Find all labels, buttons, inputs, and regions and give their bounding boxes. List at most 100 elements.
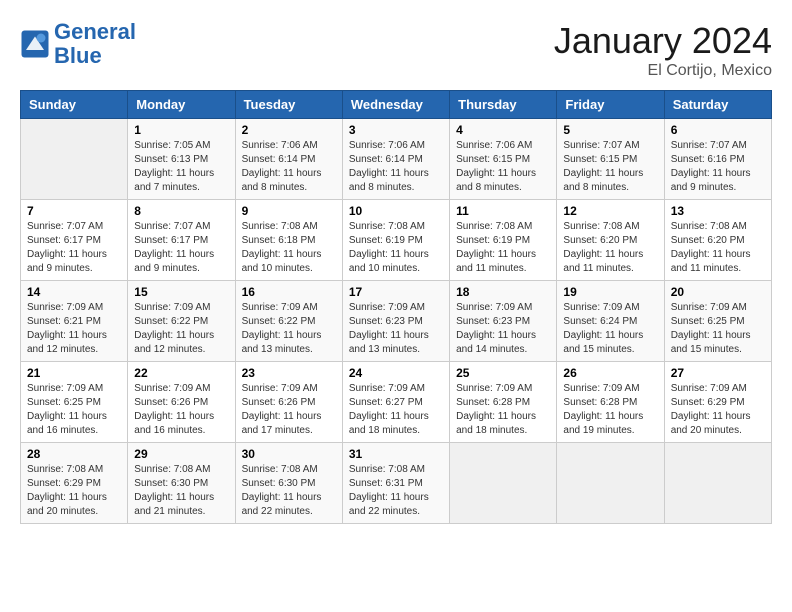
day-info: Sunrise: 7:08 AM Sunset: 6:31 PM Dayligh… <box>349 463 443 519</box>
day-number: 13 <box>671 204 765 218</box>
calendar-cell: 30 Sunrise: 7:08 AM Sunset: 6:30 PM Dayli… <box>235 443 342 524</box>
day-info: Sunrise: 7:08 AM Sunset: 6:30 PM Dayligh… <box>134 463 228 519</box>
day-number: 8 <box>134 204 228 218</box>
calendar-cell <box>557 443 664 524</box>
day-info: Sunrise: 7:09 AM Sunset: 6:29 PM Dayligh… <box>671 382 765 438</box>
day-number: 20 <box>671 285 765 299</box>
logo-line2: Blue <box>54 43 102 68</box>
day-info: Sunrise: 7:05 AM Sunset: 6:13 PM Dayligh… <box>134 139 228 195</box>
calendar-cell: 19 Sunrise: 7:09 AM Sunset: 6:24 PM Dayli… <box>557 281 664 362</box>
day-number: 10 <box>349 204 443 218</box>
day-number: 16 <box>242 285 336 299</box>
day-number: 15 <box>134 285 228 299</box>
day-info: Sunrise: 7:08 AM Sunset: 6:18 PM Dayligh… <box>242 220 336 276</box>
day-info: Sunrise: 7:09 AM Sunset: 6:22 PM Dayligh… <box>242 301 336 357</box>
calendar-cell: 5 Sunrise: 7:07 AM Sunset: 6:15 PM Daylig… <box>557 119 664 200</box>
calendar-cell: 12 Sunrise: 7:08 AM Sunset: 6:20 PM Dayli… <box>557 200 664 281</box>
day-info: Sunrise: 7:09 AM Sunset: 6:26 PM Dayligh… <box>242 382 336 438</box>
day-number: 28 <box>27 447 121 461</box>
day-number: 12 <box>563 204 657 218</box>
day-info: Sunrise: 7:09 AM Sunset: 6:23 PM Dayligh… <box>456 301 550 357</box>
calendar-cell: 29 Sunrise: 7:08 AM Sunset: 6:30 PM Dayli… <box>128 443 235 524</box>
week-row-1: 1 Sunrise: 7:05 AM Sunset: 6:13 PM Daylig… <box>21 119 772 200</box>
calendar-cell: 28 Sunrise: 7:08 AM Sunset: 6:29 PM Dayli… <box>21 443 128 524</box>
calendar-cell: 7Sunrise: 7:07 AM Sunset: 6:17 PM Daylig… <box>21 200 128 281</box>
day-number: 14 <box>27 285 121 299</box>
calendar-cell: 3 Sunrise: 7:06 AM Sunset: 6:14 PM Daylig… <box>342 119 449 200</box>
calendar-header: SundayMondayTuesdayWednesdayThursdayFrid… <box>21 91 772 119</box>
calendar-cell <box>664 443 771 524</box>
day-info: Sunrise: 7:09 AM Sunset: 6:23 PM Dayligh… <box>349 301 443 357</box>
day-info: Sunrise: 7:09 AM Sunset: 6:26 PM Dayligh… <box>134 382 228 438</box>
week-row-2: 7Sunrise: 7:07 AM Sunset: 6:17 PM Daylig… <box>21 200 772 281</box>
day-info: Sunrise: 7:08 AM Sunset: 6:29 PM Dayligh… <box>27 463 121 519</box>
logo: General Blue <box>20 20 136 68</box>
day-info: Sunrise: 7:08 AM Sunset: 6:19 PM Dayligh… <box>349 220 443 276</box>
day-number: 1 <box>134 123 228 137</box>
day-info: Sunrise: 7:06 AM Sunset: 6:15 PM Dayligh… <box>456 139 550 195</box>
page-subtitle: El Cortijo, Mexico <box>554 62 772 80</box>
day-info: Sunrise: 7:06 AM Sunset: 6:14 PM Dayligh… <box>242 139 336 195</box>
day-number: 17 <box>349 285 443 299</box>
col-header-wednesday: Wednesday <box>342 91 449 119</box>
day-number: 4 <box>456 123 550 137</box>
calendar-body: 1 Sunrise: 7:05 AM Sunset: 6:13 PM Daylig… <box>21 119 772 524</box>
calendar-cell: 14 Sunrise: 7:09 AM Sunset: 6:21 PM Dayli… <box>21 281 128 362</box>
col-header-saturday: Saturday <box>664 91 771 119</box>
calendar-cell: 31 Sunrise: 7:08 AM Sunset: 6:31 PM Dayli… <box>342 443 449 524</box>
title-section: January 2024 El Cortijo, Mexico <box>554 20 772 80</box>
calendar-cell: 11Sunrise: 7:08 AM Sunset: 6:19 PM Dayli… <box>450 200 557 281</box>
day-number: 26 <box>563 366 657 380</box>
day-number: 19 <box>563 285 657 299</box>
day-number: 27 <box>671 366 765 380</box>
calendar-cell: 18 Sunrise: 7:09 AM Sunset: 6:23 PM Dayli… <box>450 281 557 362</box>
day-number: 5 <box>563 123 657 137</box>
calendar-cell: 27 Sunrise: 7:09 AM Sunset: 6:29 PM Dayli… <box>664 362 771 443</box>
calendar-cell: 4 Sunrise: 7:06 AM Sunset: 6:15 PM Daylig… <box>450 119 557 200</box>
day-info: Sunrise: 7:08 AM Sunset: 6:20 PM Dayligh… <box>563 220 657 276</box>
calendar-cell: 13 Sunrise: 7:08 AM Sunset: 6:20 PM Dayli… <box>664 200 771 281</box>
day-info: Sunrise: 7:08 AM Sunset: 6:30 PM Dayligh… <box>242 463 336 519</box>
calendar-cell: 20 Sunrise: 7:09 AM Sunset: 6:25 PM Dayli… <box>664 281 771 362</box>
day-number: 31 <box>349 447 443 461</box>
day-number: 30 <box>242 447 336 461</box>
logo-line1: General <box>54 19 136 44</box>
day-number: 6 <box>671 123 765 137</box>
day-number: 25 <box>456 366 550 380</box>
day-number: 29 <box>134 447 228 461</box>
day-number: 22 <box>134 366 228 380</box>
calendar-cell: 17 Sunrise: 7:09 AM Sunset: 6:23 PM Dayli… <box>342 281 449 362</box>
calendar-table: SundayMondayTuesdayWednesdayThursdayFrid… <box>20 90 772 524</box>
col-header-thursday: Thursday <box>450 91 557 119</box>
day-info: Sunrise: 7:07 AM Sunset: 6:15 PM Dayligh… <box>563 139 657 195</box>
day-info: Sunrise: 7:07 AM Sunset: 6:17 PM Dayligh… <box>134 220 228 276</box>
day-number: 23 <box>242 366 336 380</box>
logo-icon <box>20 29 50 59</box>
calendar-cell: 16 Sunrise: 7:09 AM Sunset: 6:22 PM Dayli… <box>235 281 342 362</box>
day-number: 11 <box>456 204 550 218</box>
day-info: Sunrise: 7:08 AM Sunset: 6:20 PM Dayligh… <box>671 220 765 276</box>
day-info: Sunrise: 7:09 AM Sunset: 6:25 PM Dayligh… <box>671 301 765 357</box>
day-info: Sunrise: 7:09 AM Sunset: 6:28 PM Dayligh… <box>456 382 550 438</box>
calendar-cell: 2 Sunrise: 7:06 AM Sunset: 6:14 PM Daylig… <box>235 119 342 200</box>
day-info: Sunrise: 7:09 AM Sunset: 6:21 PM Dayligh… <box>27 301 121 357</box>
calendar-cell: 22 Sunrise: 7:09 AM Sunset: 6:26 PM Dayli… <box>128 362 235 443</box>
day-number: 2 <box>242 123 336 137</box>
col-header-sunday: Sunday <box>21 91 128 119</box>
day-info: Sunrise: 7:07 AM Sunset: 6:17 PM Dayligh… <box>27 220 121 276</box>
calendar-cell: 15 Sunrise: 7:09 AM Sunset: 6:22 PM Dayli… <box>128 281 235 362</box>
calendar-cell: 10 Sunrise: 7:08 AM Sunset: 6:19 PM Dayli… <box>342 200 449 281</box>
calendar-cell: 24Sunrise: 7:09 AM Sunset: 6:27 PM Dayli… <box>342 362 449 443</box>
week-row-4: 21 Sunrise: 7:09 AM Sunset: 6:25 PM Dayli… <box>21 362 772 443</box>
day-number: 3 <box>349 123 443 137</box>
day-info: Sunrise: 7:06 AM Sunset: 6:14 PM Dayligh… <box>349 139 443 195</box>
day-info: Sunrise: 7:09 AM Sunset: 6:24 PM Dayligh… <box>563 301 657 357</box>
day-info: Sunrise: 7:09 AM Sunset: 6:22 PM Dayligh… <box>134 301 228 357</box>
calendar-cell: 8 Sunrise: 7:07 AM Sunset: 6:17 PM Daylig… <box>128 200 235 281</box>
day-info: Sunrise: 7:09 AM Sunset: 6:25 PM Dayligh… <box>27 382 121 438</box>
day-number: 21 <box>27 366 121 380</box>
day-info: Sunrise: 7:09 AM Sunset: 6:27 PM Dayligh… <box>349 382 443 438</box>
day-number: 18 <box>456 285 550 299</box>
col-header-friday: Friday <box>557 91 664 119</box>
calendar-cell: 26Sunrise: 7:09 AM Sunset: 6:28 PM Dayli… <box>557 362 664 443</box>
